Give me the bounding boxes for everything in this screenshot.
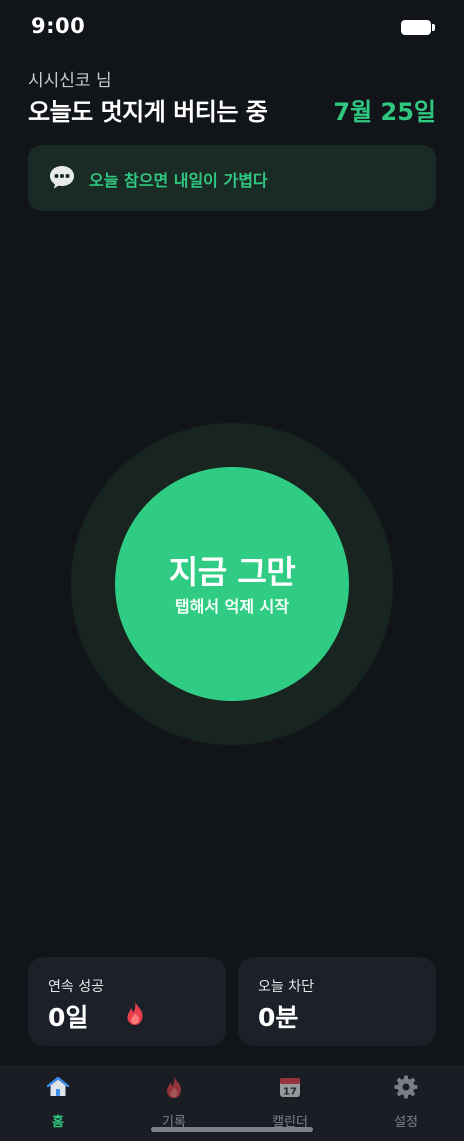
calendar-icon: 17 (280, 1078, 300, 1098)
blocked-today-label: 오늘 차단 (258, 979, 314, 995)
tab-settings-label: 설정 (394, 1115, 418, 1130)
gear-icon (394, 1075, 418, 1099)
calendar-icon-day: 17 (283, 1087, 297, 1098)
tab-home-label: 홈 (52, 1115, 64, 1130)
status-time: 9:00 (31, 14, 86, 38)
blocked-today-card: 오늘 차단 0분 (238, 957, 436, 1046)
streak-label: 연속 성공 (48, 979, 104, 995)
battery-icon (401, 20, 431, 35)
chat-bubble-icon (50, 166, 74, 189)
stop-button-subtitle: 탭해서 억제 시작 (174, 597, 290, 616)
home-indicator (151, 1127, 313, 1132)
today-date: 7월 25일 (333, 98, 436, 126)
flame-icon (127, 1001, 143, 1025)
status-bar: 9:00 (0, 0, 464, 56)
streak-value: 0일 (48, 1003, 89, 1032)
tab-settings[interactable]: 설정 (348, 1067, 464, 1141)
tab-home[interactable]: 홈 (0, 1067, 116, 1141)
user-name: 시시신코 님 (28, 71, 112, 91)
page-title: 오늘도 멋지게 버티는 중 (28, 98, 268, 126)
streak-card: 연속 성공 0일 (28, 957, 226, 1046)
battery-tip (432, 24, 435, 31)
stop-button-title: 지금 그만 (168, 553, 296, 591)
flame-icon (167, 1075, 181, 1099)
stop-now-button[interactable]: 지금 그만 탭해서 억제 시작 (115, 467, 349, 701)
blocked-today-value: 0분 (258, 1003, 299, 1032)
home-icon (46, 1076, 70, 1096)
quote-text: 오늘 참으면 내일이 가볍다 (89, 171, 268, 190)
